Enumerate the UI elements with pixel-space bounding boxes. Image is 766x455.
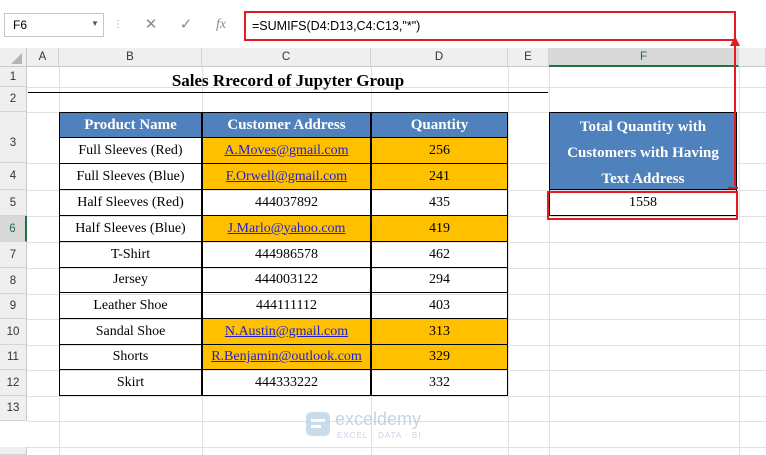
email-link[interactable]: N.Austin@gmail.com — [225, 324, 348, 340]
column-header-a[interactable]: A — [27, 48, 59, 67]
table-cell-quantity[interactable]: 332 — [371, 370, 508, 396]
check-icon[interactable]: ✓ — [174, 13, 198, 37]
active-cell-highlight — [547, 191, 738, 220]
sheet-title[interactable]: Sales Rrecord of Jupyter Group — [28, 68, 548, 93]
exceldemy-logo-icon — [306, 412, 330, 436]
watermark-tagline: EXCEL · DATA · BI — [337, 431, 422, 440]
chevron-down-icon[interactable]: ▼ — [88, 13, 102, 35]
column-header-f[interactable]: F — [549, 48, 739, 67]
table-cell-product[interactable]: Full Sleeves (Red) — [59, 138, 202, 164]
summary-header-line-1: Total Quantity with — [579, 119, 707, 135]
column-header-b[interactable]: B — [59, 48, 202, 67]
table-header-cell[interactable]: Quantity — [371, 112, 508, 138]
email-link[interactable]: F.Orwell@gmail.com — [226, 169, 347, 185]
table-cell-quantity[interactable]: 462 — [371, 242, 508, 268]
table-cell-quantity[interactable]: 403 — [371, 293, 508, 319]
email-link[interactable]: A.Moves@gmail.com — [224, 143, 348, 159]
row-header-4[interactable]: 4 — [0, 163, 27, 190]
drag-handle-icon[interactable]: ⋮ — [113, 13, 123, 37]
table-cell-quantity[interactable]: 294 — [371, 268, 508, 293]
worksheet-grid[interactable]: ABCDEF 1 2 3 4 5 6 7 8 9 10 11 12 13 Sales Rrecord o… — [0, 36, 766, 455]
title-underline — [28, 92, 548, 93]
summary-header[interactable]: Total Quantity with Customers with Havin… — [549, 112, 737, 190]
table-cell-product[interactable]: Skirt — [59, 370, 202, 396]
column-header-d[interactable]: D — [371, 48, 508, 67]
table-cell-address[interactable]: 444333222 — [202, 370, 371, 396]
table-cell-quantity[interactable]: 419 — [371, 216, 508, 242]
row-header-2[interactable]: 2 — [0, 87, 27, 112]
exceldemy-watermark: exceldemy EXCEL · DATA · BI — [305, 407, 475, 443]
cancel-icon[interactable]: ✕ — [139, 13, 163, 37]
formula-bar: F6 ▼ ⋮ ✕ ✓ fx =SUMIFS(D4:D13,C4:C13,"*") — [0, 0, 766, 44]
table-cell-quantity[interactable]: 329 — [371, 345, 508, 370]
table-cell-product[interactable]: Leather Shoe — [59, 293, 202, 319]
row-header-13[interactable]: 13 — [0, 396, 27, 421]
table-header-cell[interactable]: Customer Address — [202, 112, 371, 138]
row-header-6[interactable]: 6 — [0, 216, 27, 242]
watermark-name: exceldemy — [335, 409, 422, 429]
table-cell-address[interactable]: 444037892 — [202, 190, 371, 216]
column-header-c[interactable]: C — [202, 48, 371, 67]
row-header-9[interactable]: 9 — [0, 294, 27, 319]
table-cell-quantity[interactable]: 313 — [371, 319, 508, 345]
row-header-1[interactable]: 1 — [0, 67, 27, 87]
row-header-filler — [0, 447, 27, 455]
table-cell-address[interactable]: N.Austin@gmail.com — [202, 319, 371, 345]
table-cell-address[interactable]: R.Benjamin@outlook.com — [202, 345, 371, 370]
table-cell-address[interactable]: A.Moves@gmail.com — [202, 138, 371, 164]
row-header-11[interactable]: 11 — [0, 345, 27, 370]
table-cell-address[interactable]: 444003122 — [202, 268, 371, 293]
table-cell-address[interactable]: 444111112 — [202, 293, 371, 319]
row-header-8[interactable]: 8 — [0, 268, 27, 294]
table-header-cell[interactable]: Product Name — [59, 112, 202, 138]
table-cell-quantity[interactable]: 241 — [371, 164, 508, 190]
summary-box: Total Quantity with Customers with Havin… — [549, 112, 737, 240]
email-link[interactable]: J.Marlo@yahoo.com — [228, 221, 346, 237]
gridline-h — [27, 447, 766, 448]
table-cell-address[interactable]: 444986578 — [202, 242, 371, 268]
arrow-anchor — [736, 36, 738, 38]
insert-function-icon[interactable]: fx — [209, 13, 233, 37]
row-header-12[interactable]: 12 — [0, 370, 27, 396]
summary-header-line-3: Text Address — [601, 171, 685, 187]
email-link[interactable]: R.Benjamin@outlook.com — [211, 349, 362, 365]
row-header-5[interactable]: 5 — [0, 190, 27, 216]
column-header-e[interactable]: E — [508, 48, 549, 67]
table-cell-product[interactable]: T-Shirt — [59, 242, 202, 268]
table-cell-address[interactable]: F.Orwell@gmail.com — [202, 164, 371, 190]
sales-table: Product Name Customer Address Quantity Full… — [59, 112, 508, 396]
table-cell-product[interactable]: Shorts — [59, 345, 202, 370]
table-cell-quantity[interactable]: 256 — [371, 138, 508, 164]
row-header-10[interactable]: 10 — [0, 319, 27, 345]
formula-input[interactable]: =SUMIFS(D4:D13,C4:C13,"*") — [244, 11, 736, 41]
table-cell-quantity[interactable]: 435 — [371, 190, 508, 216]
gridline-h — [27, 396, 766, 397]
row-header-7[interactable]: 7 — [0, 242, 27, 268]
select-all-icon — [11, 53, 22, 64]
select-all-corner[interactable] — [0, 48, 27, 67]
table-cell-product[interactable]: Half Sleeves (Red) — [59, 190, 202, 216]
table-cell-product[interactable]: Sandal Shoe — [59, 319, 202, 345]
table-cell-product[interactable]: Full Sleeves (Blue) — [59, 164, 202, 190]
table-cell-address[interactable]: J.Marlo@yahoo.com — [202, 216, 371, 242]
row-header-3[interactable]: 3 — [0, 112, 27, 163]
annotation-arrow — [728, 36, 740, 189]
table-cell-product[interactable]: Half Sleeves (Blue) — [59, 216, 202, 242]
summary-header-line-2: Customers with Having — [567, 145, 719, 161]
table-cell-product[interactable]: Jersey — [59, 268, 202, 293]
